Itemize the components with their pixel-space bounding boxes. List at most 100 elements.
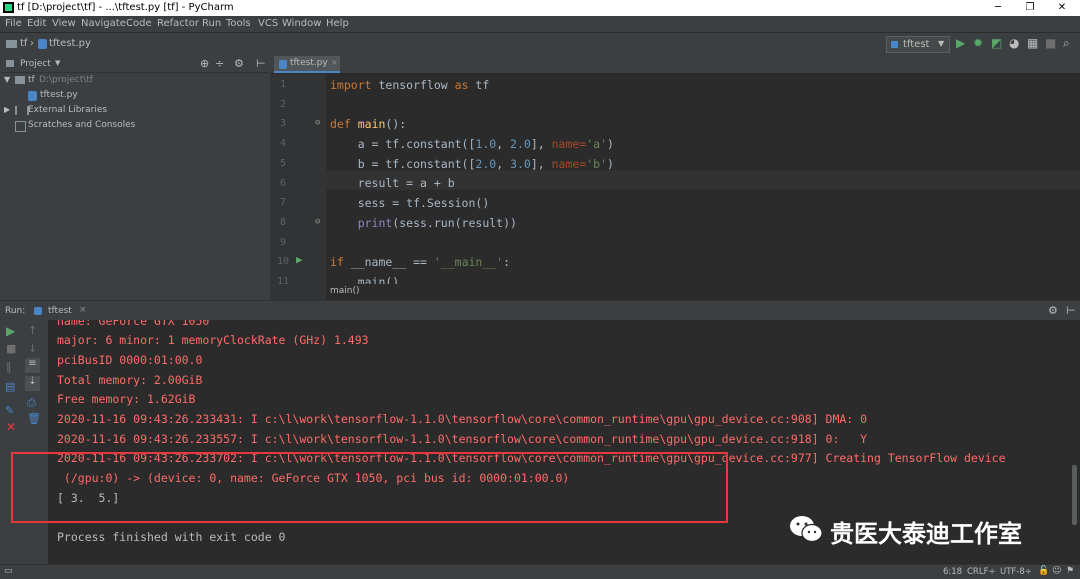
tree-item-scratches[interactable]: Scratches and Consoles xyxy=(0,118,270,133)
folder-icon xyxy=(15,76,25,84)
line-number: 5 xyxy=(280,158,287,169)
run-config-label: tftest xyxy=(903,39,930,50)
debug-button[interactable]: ✹ xyxy=(973,36,983,50)
stop-button[interactable]: ■ xyxy=(1045,36,1056,50)
tree-item-external[interactable]: ▶ External Libraries xyxy=(0,103,270,118)
menu-window[interactable]: Window xyxy=(282,18,321,29)
nav-file[interactable]: tftest.py xyxy=(49,38,91,49)
project-panel: Project ▼ ⊕ ÷ ⚙ ⊢ ▼ tf D:\project\tf tft… xyxy=(0,56,270,300)
rerun-button[interactable]: ▶ xyxy=(6,324,15,338)
wechat-logo-icon xyxy=(790,516,823,543)
inspector-icon[interactable]: ☺ xyxy=(1052,566,1061,576)
line-number: 4 xyxy=(280,138,287,149)
tree-expand-icon[interactable]: ▼ xyxy=(4,75,10,84)
concurrency-button[interactable]: ▦ xyxy=(1027,36,1038,50)
crosshair-icon[interactable]: ⊕ xyxy=(200,57,209,70)
console-scrollbar[interactable] xyxy=(1072,465,1077,525)
python-file-icon xyxy=(28,91,37,101)
line-number: 3 xyxy=(280,118,287,129)
up-arrow-icon[interactable]: ↑ xyxy=(28,324,37,337)
line-number: 2 xyxy=(280,99,287,110)
down-arrow-icon[interactable]: ↓ xyxy=(28,342,37,355)
fold-icon[interactable]: ⊖ xyxy=(315,118,320,128)
menu-bar: File Edit View Navigate Code Refactor Ru… xyxy=(0,16,1080,32)
menu-run[interactable]: Run xyxy=(202,18,221,29)
close-window-button[interactable]: ✕ xyxy=(1044,0,1080,16)
coverage-button[interactable]: ◩ xyxy=(991,36,1002,50)
editor-gutter: 1 2 3 4 5 6 7 8 9 10 11 ⊖ ⊖ ▶ xyxy=(270,74,326,300)
breadcrumb-item[interactable]: main() xyxy=(330,286,360,296)
code-line-5: b = tf.constant([2.0, 3.0], name='b') xyxy=(330,157,614,171)
run-tab-label[interactable]: tftest xyxy=(48,306,72,316)
file-encoding[interactable]: UTF-8÷ xyxy=(1000,567,1032,577)
console-line: 2020-11-16 09:43:26.233557: I c:\l\work\… xyxy=(57,432,868,446)
console-line: 2020-11-16 09:43:26.233431: I c:\l\work\… xyxy=(57,412,868,426)
run-gutter-icon[interactable]: ▶ xyxy=(296,253,303,266)
run-button[interactable]: ▶ xyxy=(956,36,965,50)
cursor-position[interactable]: 6:18 xyxy=(943,567,962,577)
code-line-8: print(sess.run(result)) xyxy=(330,216,517,230)
menu-vcs[interactable]: VCS xyxy=(258,18,278,29)
editor-tab-tftest[interactable]: tftest.py × xyxy=(274,56,340,73)
line-number: 1 xyxy=(280,79,287,90)
console-line: name: GeForce GTX 1050 xyxy=(57,320,210,328)
tree-item-file[interactable]: tftest.py xyxy=(0,88,270,103)
library-icon xyxy=(15,106,29,115)
search-everywhere-icon[interactable]: ⌕ xyxy=(1063,36,1070,51)
hide-panel-icon[interactable]: ⊢ xyxy=(1066,304,1076,317)
collapse-all-icon[interactable]: ÷ xyxy=(215,57,224,70)
navigation-bar: tf › tftest.py tftest ▼ ▶ ✹ ◩ ◕ ▦ ■ ⌕ xyxy=(0,32,1080,57)
layout-icon[interactable]: ▤ xyxy=(5,380,15,393)
gear-icon[interactable]: ⚙ xyxy=(1048,304,1058,317)
code-line-6: result = a + b xyxy=(330,176,455,190)
print-icon[interactable]: ⎙ xyxy=(27,396,36,410)
menu-refactor[interactable]: Refactor xyxy=(157,18,199,29)
menu-tools[interactable]: Tools xyxy=(226,18,251,29)
close-icon[interactable]: ✕ xyxy=(6,420,16,434)
pause-button[interactable]: ‖ xyxy=(6,360,12,373)
close-tab-icon[interactable]: × xyxy=(331,58,338,67)
tool-windows-icon[interactable]: ▭ xyxy=(4,566,13,576)
code-editor[interactable]: import tensorflow as tf def main(): a = … xyxy=(326,74,1080,284)
line-number: 10 xyxy=(277,256,290,267)
python-file-icon xyxy=(34,307,42,315)
annotation-highlight-box xyxy=(11,452,728,523)
scratches-icon xyxy=(15,121,26,132)
hide-panel-icon[interactable]: ⊢ xyxy=(256,57,266,70)
menu-edit[interactable]: Edit xyxy=(27,18,46,29)
soft-wrap-icon[interactable]: ≡ xyxy=(25,358,40,373)
stop-button[interactable]: ■ xyxy=(6,342,16,355)
project-panel-title[interactable]: Project xyxy=(20,59,51,69)
line-number: 11 xyxy=(277,276,290,287)
nav-chevron-icon: › xyxy=(30,38,34,49)
restore-button[interactable]: ❐ xyxy=(1012,0,1048,16)
minimize-button[interactable]: ─ xyxy=(980,0,1016,16)
code-line-4: a = tf.constant([1.0, 2.0], name='a') xyxy=(330,137,614,151)
menu-view[interactable]: View xyxy=(52,18,76,29)
trash-icon[interactable]: 🗑 xyxy=(27,412,41,425)
event-log-icon[interactable]: ⚑ xyxy=(1066,566,1074,576)
code-line-10: if __name__ == '__main__': xyxy=(330,255,511,269)
profile-button[interactable]: ◕ xyxy=(1009,36,1019,50)
tree-item-root[interactable]: ▼ tf D:\project\tf xyxy=(0,73,270,88)
pin-icon[interactable]: ✎ xyxy=(5,404,14,417)
gear-icon[interactable]: ⚙ xyxy=(234,57,244,70)
nav-project[interactable]: tf xyxy=(20,38,27,49)
tree-root-path: D:\project\tf xyxy=(39,75,93,85)
tree-scratches-label: Scratches and Consoles xyxy=(28,120,136,130)
editor-breadcrumb: main() xyxy=(326,284,1080,300)
line-separator[interactable]: CRLF÷ xyxy=(967,567,996,577)
lock-icon[interactable]: 🔓 xyxy=(1038,566,1049,576)
menu-code[interactable]: Code xyxy=(126,18,152,29)
chevron-down-icon[interactable]: ▼ xyxy=(55,59,60,67)
menu-file[interactable]: File xyxy=(5,18,22,29)
project-view-icon xyxy=(6,60,14,67)
close-run-tab-icon[interactable]: × xyxy=(79,305,87,315)
scroll-to-end-icon[interactable]: ⇣ xyxy=(25,376,40,391)
run-config-select[interactable]: tftest ▼ xyxy=(886,36,950,53)
fold-icon[interactable]: ⊖ xyxy=(315,217,320,227)
menu-navigate[interactable]: Navigate xyxy=(81,18,126,29)
menu-help[interactable]: Help xyxy=(326,18,349,29)
tree-collapse-icon[interactable]: ▶ xyxy=(4,105,10,114)
python-file-icon xyxy=(279,60,287,69)
